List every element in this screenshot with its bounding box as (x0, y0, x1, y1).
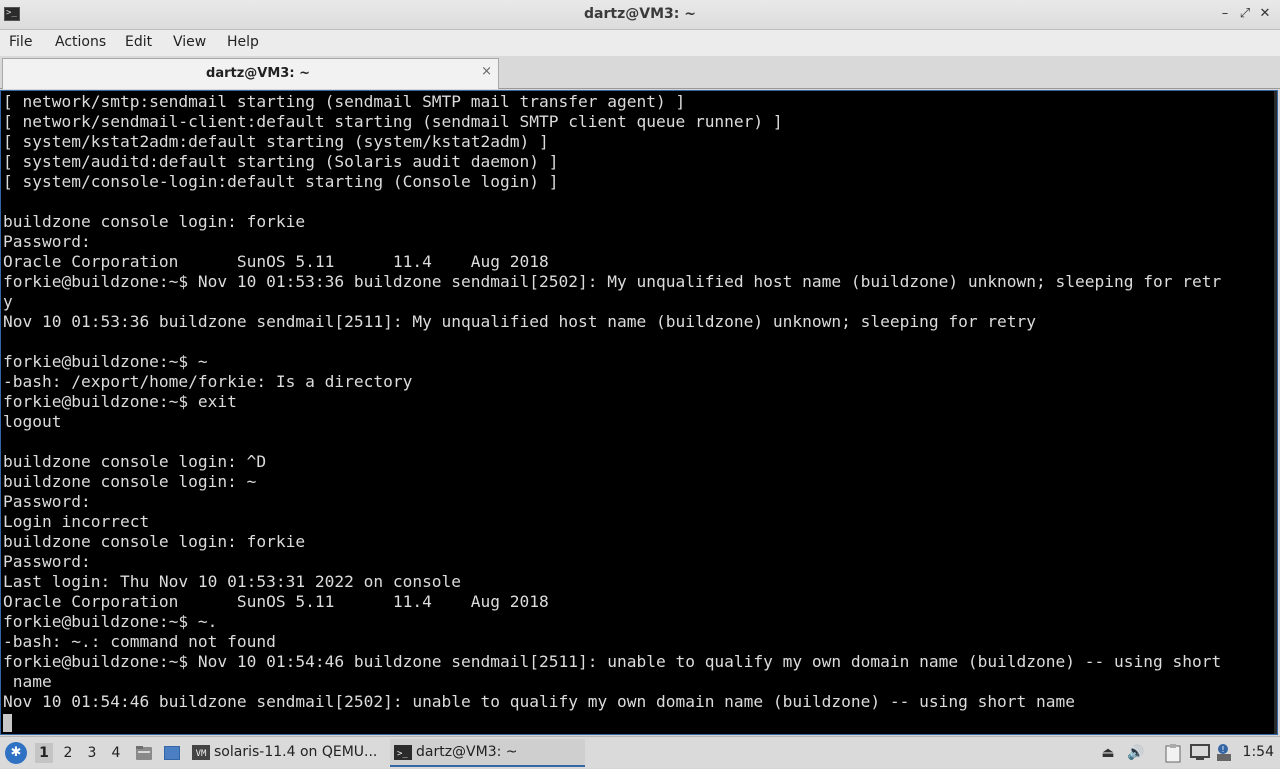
terminal-line: buildzone console login: forkie (3, 212, 306, 231)
terminal-icon: >_ (394, 745, 412, 760)
terminal-line: Login incorrect (3, 512, 150, 531)
svg-text:VM: VM (196, 749, 207, 759)
volume-icon[interactable]: 🔊 (1126, 743, 1146, 763)
menu-actions[interactable]: Actions (55, 34, 106, 50)
workspace-3[interactable]: 3 (83, 743, 101, 763)
menu-help[interactable]: Help (227, 34, 259, 50)
terminal-line: name (3, 672, 52, 691)
terminal-line: forkie@buildzone:~$ Nov 10 01:53:36 buil… (3, 272, 1222, 291)
task-label: dartz@VM3: ~ (416, 744, 518, 760)
terminal-line: y (3, 292, 13, 311)
tab-close-icon[interactable]: × (481, 64, 492, 79)
terminal-line: Oracle Corporation SunOS 5.11 11.4 Aug 2… (3, 252, 549, 271)
eject-icon[interactable]: ⏏ (1098, 743, 1118, 763)
terminal-line: Password: (3, 552, 91, 571)
clock[interactable]: 1:54 (1243, 744, 1274, 760)
show-desktop-icon[interactable] (162, 743, 182, 763)
title-bar: >_ dartz@VM3: ~ – ⤢ ✕ (0, 0, 1280, 30)
svg-text:!: ! (1221, 745, 1224, 754)
terminal-line: Nov 10 01:53:36 buildzone sendmail[2511]… (3, 312, 1037, 331)
workspace-2[interactable]: 2 (59, 743, 77, 763)
menu-file[interactable]: File (9, 34, 32, 50)
terminal-line: forkie@buildzone:~$ exit (3, 392, 237, 411)
file-manager-icon[interactable] (134, 743, 154, 763)
tab-label: dartz@VM3: ~ (206, 66, 310, 81)
terminal-line: buildzone console login: ^D (3, 452, 267, 471)
terminal-scrollbar[interactable] (1274, 91, 1277, 734)
terminal-text: [ network/smtp:sendmail starting (sendma… (1, 91, 1277, 712)
terminal-line: buildzone console login: forkie (3, 532, 306, 551)
menu-bar: File Actions Edit View Help (0, 30, 1280, 56)
tab-bar: dartz@VM3: ~ × (0, 56, 1280, 89)
terminal-line: [ network/smtp:sendmail starting (sendma… (3, 92, 686, 111)
svg-text:>_: >_ (397, 749, 408, 759)
terminal-line: [ system/auditd:default starting (Solari… (3, 152, 559, 171)
terminal-line: logout (3, 412, 62, 431)
maximize-icon[interactable]: ⤢ (1236, 5, 1254, 23)
terminal-line: [ system/kstat2adm:default starting (sys… (3, 132, 549, 151)
terminal-line: Last login: Thu Nov 10 01:53:31 2022 on … (3, 572, 462, 591)
menu-edit[interactable]: Edit (125, 34, 152, 50)
display-icon[interactable] (1190, 743, 1210, 763)
app-menu-icon[interactable]: ✱ (5, 742, 27, 764)
workspace-1[interactable]: 1 (35, 743, 53, 763)
terminal-line: -bash: ~.: command not found (3, 632, 276, 651)
close-icon[interactable]: ✕ (1256, 5, 1274, 23)
terminal-line: buildzone console login: ~ (3, 472, 257, 491)
tab-terminal[interactable]: dartz@VM3: ~ × (2, 58, 499, 89)
taskbar: ✱ 1 2 3 4 VM solaris-11.4 on QEMU... >_ … (0, 736, 1280, 768)
terminal-line: Password: (3, 492, 91, 511)
terminal-line: -bash: /export/home/forkie: Is a directo… (3, 372, 413, 391)
terminal-output[interactable]: [ network/smtp:sendmail starting (sendma… (0, 90, 1278, 735)
terminal-line: [ system/console-login:default starting … (3, 172, 559, 191)
terminal-line: Password: (3, 232, 91, 251)
qemu-vm-icon: VM (192, 745, 210, 760)
window-title: dartz@VM3: ~ (584, 6, 696, 22)
text-cursor (3, 714, 12, 732)
terminal-line: Oracle Corporation SunOS 5.11 11.4 Aug 2… (3, 592, 549, 611)
menu-view[interactable]: View (173, 34, 206, 50)
terminal-line: Nov 10 01:54:46 buildzone sendmail[2502]… (3, 692, 1076, 711)
terminal-line: forkie@buildzone:~$ ~. (3, 612, 218, 631)
minimize-icon[interactable]: – (1216, 5, 1234, 23)
task-label: solaris-11.4 on QEMU... (214, 744, 378, 760)
clipboard-icon[interactable] (1163, 743, 1183, 763)
terminal-line: [ network/sendmail-client:default starti… (3, 112, 783, 131)
task-terminal[interactable]: >_ dartz@VM3: ~ (390, 739, 585, 767)
task-qemu[interactable]: VM solaris-11.4 on QEMU... (188, 739, 386, 767)
workspace-4[interactable]: 4 (107, 743, 125, 763)
terminal-line: forkie@buildzone:~$ ~ (3, 352, 208, 371)
terminal-line: forkie@buildzone:~$ Nov 10 01:54:46 buil… (3, 652, 1222, 671)
notification-icon[interactable]: ! (1214, 743, 1234, 763)
